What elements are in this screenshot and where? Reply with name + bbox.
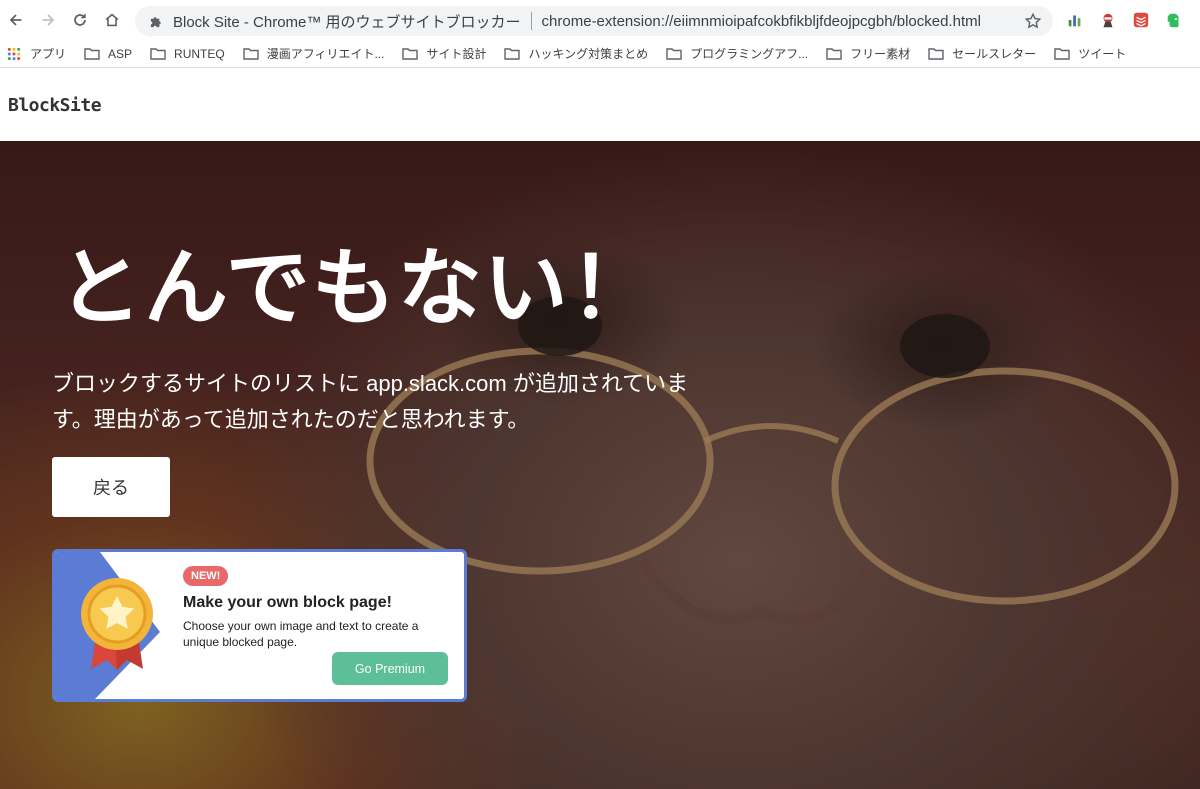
folder-icon: [826, 47, 842, 61]
bookmarks-bar: アプリ ASP RUNTEQ 漫画アフィリエイト... サイト設計 ハッキング対…: [0, 40, 1200, 68]
bookmark-folder-runteq[interactable]: RUNTEQ: [150, 47, 225, 61]
hero-content: とんでもない！ ブロックするサイトのリストに app.slack.com が追加…: [0, 141, 1200, 789]
back-arrow-icon[interactable]: [2, 6, 30, 34]
browser-toolbar: Block Site - Chrome™ 用のウェブサイトブロッカー chrom…: [0, 0, 1200, 40]
go-back-button[interactable]: 戻る: [52, 457, 170, 517]
bookmark-label: 漫画アフィリエイト...: [266, 47, 385, 61]
promo-description: Choose your own image and text to create…: [183, 619, 419, 649]
bookmark-label: ASP: [108, 46, 133, 61]
home-icon[interactable]: [98, 6, 126, 34]
bookmark-label: RUNTEQ: [174, 46, 225, 61]
bookmark-label: セールスレター: [952, 47, 1037, 61]
bookmark-folder-free-material[interactable]: フリー素材: [826, 45, 910, 62]
folder-icon: [504, 47, 521, 61]
new-badge: NEW!: [183, 566, 229, 586]
bookmark-folder-programming[interactable]: プログラミングアフ...: [666, 45, 808, 62]
promo-title: Make your own block page!: [183, 594, 392, 611]
blocked-message: ブロックするサイトのリストに app.slack.com が追加されています。理…: [52, 371, 689, 432]
bookmark-folder-hacking[interactable]: ハッキング対策まとめ: [504, 45, 648, 62]
evernote-extension-icon[interactable]: [1163, 9, 1185, 31]
reload-icon[interactable]: [66, 6, 94, 34]
folder-icon: [84, 47, 100, 61]
bookmark-label: ハッキング対策まとめ: [528, 47, 649, 61]
blocksite-logo[interactable]: BlockSite: [8, 95, 102, 116]
bookmark-folder-manga-affiliate[interactable]: 漫画アフィリエイト...: [243, 45, 385, 62]
folder-icon: [666, 47, 682, 61]
ninja-extension-icon[interactable]: [1097, 9, 1119, 31]
blocked-page-hero: とんでもない！ ブロックするサイトのリストに app.slack.com が追加…: [0, 141, 1200, 789]
premium-promo-card[interactable]: NEW! Make your own block page! Choose yo…: [52, 549, 467, 702]
bookmark-folder-asp[interactable]: ASP: [84, 47, 132, 61]
folder-icon: [150, 47, 166, 61]
address-bar[interactable]: Block Site - Chrome™ 用のウェブサイトブロッカー chrom…: [135, 6, 1053, 36]
bookmark-folder-sales-letter[interactable]: セールスレター: [928, 45, 1036, 62]
address-bar-page-title: Block Site - Chrome™ 用のウェブサイトブロッカー: [173, 13, 521, 31]
address-bar-separator: [530, 12, 532, 30]
bookmark-folder-tweet[interactable]: ツイート: [1054, 45, 1126, 62]
blocked-headline: とんでもない！: [58, 241, 656, 335]
bookmark-label: フリー素材: [850, 47, 911, 61]
bookmark-apps[interactable]: アプリ: [6, 45, 66, 62]
bookmark-label: ツイート: [1078, 47, 1127, 61]
folder-icon: [928, 47, 944, 61]
site-header: BlockSite: [0, 69, 1200, 141]
bookmark-label: アプリ: [30, 47, 67, 61]
folder-icon: [243, 47, 259, 61]
apps-grid-icon: [6, 47, 22, 61]
todoist-extension-icon[interactable]: [1130, 9, 1152, 31]
folder-icon: [1054, 47, 1070, 61]
puzzle-extension-icon: [147, 12, 165, 30]
bar-chart-extension-icon[interactable]: [1064, 9, 1086, 31]
bookmark-folder-site-design[interactable]: サイト設計: [402, 45, 486, 62]
bookmark-label: サイト設計: [426, 47, 487, 61]
bookmark-star-icon[interactable]: [1023, 11, 1043, 31]
forward-arrow-icon[interactable]: [34, 6, 62, 34]
bookmark-label: プログラミングアフ...: [690, 47, 809, 61]
go-premium-button[interactable]: Go Premium: [332, 652, 448, 685]
address-bar-url: chrome-extension://eiimnmioipafcokbfikbl…: [541, 12, 981, 30]
medal-star-icon: [81, 578, 153, 670]
folder-icon: [402, 47, 419, 61]
